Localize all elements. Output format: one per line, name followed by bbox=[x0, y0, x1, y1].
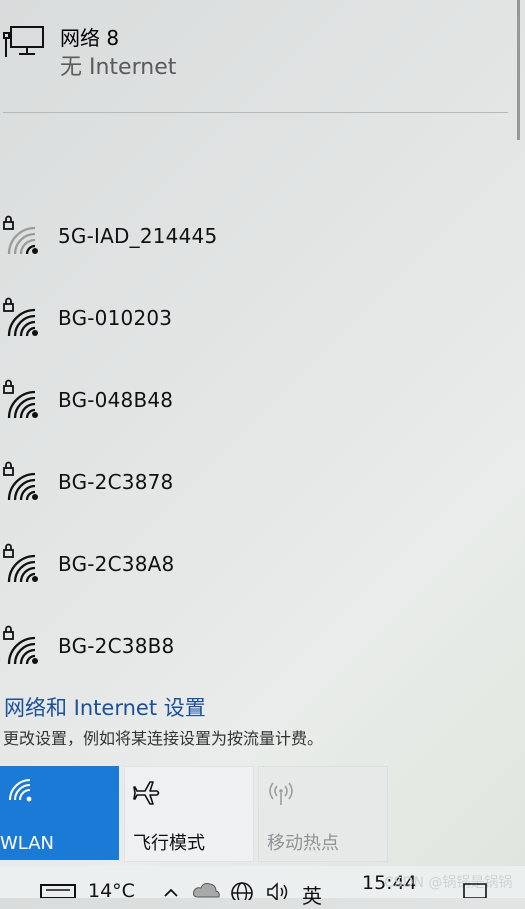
current-network-name: 网络 8 bbox=[60, 26, 120, 50]
hotspot-icon bbox=[269, 782, 293, 805]
current-network[interactable]: 网络 8 无 Internet bbox=[0, 18, 510, 88]
secured-wifi-weak-icon bbox=[3, 215, 38, 255]
wifi-network-item[interactable]: BG-010203 bbox=[0, 296, 510, 366]
globe-network-icon[interactable] bbox=[229, 882, 255, 900]
wifi-ssid: BG-048B48 bbox=[58, 388, 174, 412]
divider bbox=[3, 112, 508, 113]
wifi-ssid: BG-010203 bbox=[58, 306, 173, 330]
wifi-network-item[interactable]: BG-2C3878 bbox=[0, 460, 510, 530]
airplane-mode-tile[interactable]: 飞行模式 bbox=[124, 766, 254, 862]
secured-wifi-icon bbox=[3, 543, 38, 583]
ethernet-monitor-icon bbox=[3, 26, 44, 57]
mobile-hotspot-tile[interactable]: 移动热点 bbox=[258, 766, 388, 862]
watermark: CSDN @锅锅是锅锅 bbox=[384, 875, 513, 891]
weather-temperature[interactable]: 14°C bbox=[88, 880, 135, 902]
wlan-toggle-tile[interactable]: WLAN bbox=[0, 766, 119, 860]
airplane-mode-label: 飞行模式 bbox=[133, 833, 205, 854]
notification-icon[interactable] bbox=[462, 882, 488, 898]
wlan-label: WLAN bbox=[0, 833, 55, 854]
wifi-ssid: BG-2C38B8 bbox=[58, 634, 175, 658]
onedrive-cloud-icon[interactable] bbox=[192, 882, 220, 898]
mobile-hotspot-label: 移动热点 bbox=[267, 833, 339, 854]
secured-wifi-icon bbox=[3, 379, 38, 419]
secured-wifi-icon bbox=[3, 461, 38, 501]
wifi-ssid: BG-2C3878 bbox=[58, 470, 174, 494]
speaker-volume-icon[interactable] bbox=[266, 882, 290, 900]
wifi-icon bbox=[9, 779, 32, 802]
airplane-icon bbox=[133, 781, 160, 805]
network-settings-description: 更改设置，例如将某连接设置为按流量计费。 bbox=[3, 729, 324, 748]
wifi-network-item[interactable]: 5G-IAD_214445 bbox=[0, 214, 510, 284]
secured-wifi-icon bbox=[3, 625, 38, 665]
network-settings-link[interactable]: 网络和 Internet 设置 bbox=[4, 692, 206, 722]
scrollbar[interactable] bbox=[517, 0, 520, 140]
news-widget-icon[interactable] bbox=[40, 884, 76, 898]
current-network-status: 无 Internet bbox=[60, 55, 177, 80]
wifi-network-item[interactable]: BG-2C38A8 bbox=[0, 542, 510, 612]
wifi-ssid: BG-2C38A8 bbox=[58, 552, 175, 576]
wifi-network-item[interactable]: BG-048B48 bbox=[0, 378, 510, 448]
wifi-network-item[interactable]: BG-2C38B8 bbox=[0, 624, 510, 694]
taskbar: 14°C 英 15:44 CSDN @锅锅是锅锅 bbox=[0, 866, 525, 908]
chevron-up-icon[interactable] bbox=[163, 886, 179, 898]
wifi-ssid: 5G-IAD_214445 bbox=[58, 224, 218, 248]
network-flyout: 网络 8 无 Internet 5G-IAD_214445 BG-010203 bbox=[0, 0, 525, 862]
ime-indicator[interactable]: 英 bbox=[302, 880, 322, 909]
secured-wifi-icon bbox=[3, 297, 38, 337]
